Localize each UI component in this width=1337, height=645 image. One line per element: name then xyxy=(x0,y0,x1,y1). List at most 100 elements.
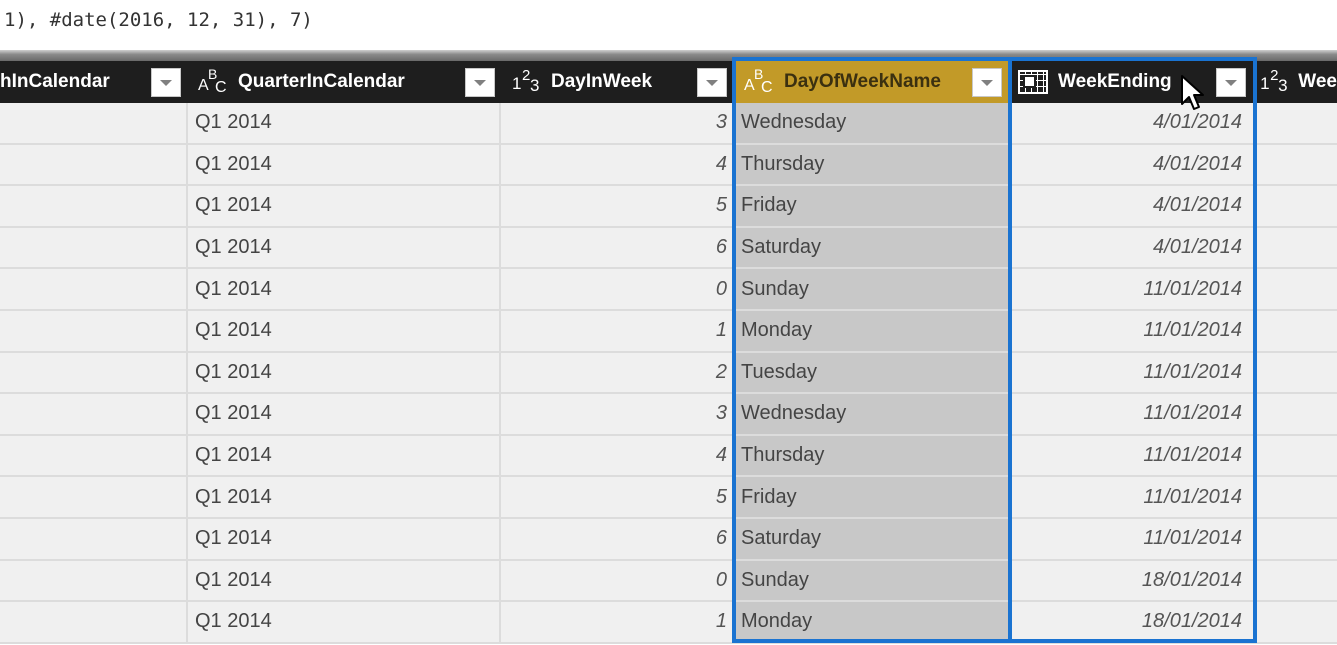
table-row[interactable]: Q1 2014 5 Friday 4/01/2014 xyxy=(0,186,1337,228)
column-header-quarterincalendar[interactable]: ABC QuarterInCalendar xyxy=(188,61,501,103)
cell-monthincalendar[interactable] xyxy=(0,435,188,476)
cell-monthincalendar[interactable] xyxy=(0,144,188,185)
cell-quarterincalendar[interactable]: Q1 2014 xyxy=(188,477,501,517)
column-filter-dropdown[interactable] xyxy=(972,68,1002,97)
cell-monthincalendar[interactable] xyxy=(0,560,188,601)
calendar-date-icon[interactable] xyxy=(1014,67,1052,97)
cell-monthincalendar[interactable] xyxy=(0,186,188,226)
cell-weekincalendar[interactable] xyxy=(1256,394,1337,434)
cell-weekending[interactable]: 4/01/2014 xyxy=(1008,103,1256,143)
column-header-weekincalendar[interactable]: 123 Wee xyxy=(1256,61,1337,103)
cell-dayofweekname[interactable]: Thursday xyxy=(734,435,1008,476)
cell-quarterincalendar[interactable]: Q1 2014 xyxy=(188,518,501,559)
column-header-weekending[interactable]: WeekEnding xyxy=(1008,61,1256,103)
cell-dayinweek[interactable]: 4 xyxy=(501,435,734,476)
cell-weekending[interactable]: 11/01/2014 xyxy=(1008,269,1256,309)
cell-weekending[interactable]: 18/01/2014 xyxy=(1008,560,1256,601)
cell-dayofweekname[interactable]: Saturday xyxy=(734,518,1008,559)
cell-quarterincalendar[interactable]: Q1 2014 xyxy=(188,394,501,434)
cell-quarterincalendar[interactable]: Q1 2014 xyxy=(188,435,501,476)
cell-weekending[interactable]: 11/01/2014 xyxy=(1008,310,1256,351)
table-row[interactable]: Q1 2014 0 Sunday 11/01/2014 xyxy=(0,269,1337,311)
cell-quarterincalendar[interactable]: Q1 2014 xyxy=(188,103,501,143)
table-row[interactable]: Q1 2014 3 Wednesday 4/01/2014 xyxy=(0,103,1337,145)
cell-dayinweek[interactable]: 0 xyxy=(501,560,734,601)
cell-dayofweekname[interactable]: Friday xyxy=(734,186,1008,226)
cell-quarterincalendar[interactable]: Q1 2014 xyxy=(188,352,501,393)
cell-quarterincalendar[interactable]: Q1 2014 xyxy=(188,186,501,226)
cell-monthincalendar[interactable] xyxy=(0,518,188,559)
cell-weekending[interactable]: 18/01/2014 xyxy=(1008,602,1256,642)
cell-dayofweekname[interactable]: Thursday xyxy=(734,144,1008,185)
cell-weekincalendar[interactable] xyxy=(1256,353,1337,393)
cell-weekending[interactable]: 4/01/2014 xyxy=(1008,227,1256,268)
cell-quarterincalendar[interactable]: Q1 2014 xyxy=(188,560,501,601)
cell-weekincalendar[interactable] xyxy=(1256,561,1337,601)
cell-dayinweek[interactable]: 6 xyxy=(501,518,734,559)
cell-dayinweek[interactable]: 1 xyxy=(501,602,734,642)
cell-dayofweekname[interactable]: Monday xyxy=(734,310,1008,351)
cell-weekincalendar[interactable] xyxy=(1256,436,1337,476)
cell-weekincalendar[interactable] xyxy=(1256,602,1337,642)
column-filter-dropdown[interactable] xyxy=(151,68,181,97)
formula-bar[interactable]: 1), #date(2016, 12, 31), 7) xyxy=(0,0,1337,50)
cell-weekincalendar[interactable] xyxy=(1256,228,1337,268)
table-row[interactable]: Q1 2014 4 Thursday 4/01/2014 xyxy=(0,144,1337,187)
cell-monthincalendar[interactable] xyxy=(0,310,188,351)
table-row[interactable]: Q1 2014 1 Monday 11/01/2014 xyxy=(0,310,1337,353)
cell-monthincalendar[interactable] xyxy=(0,269,188,309)
cell-dayofweekname[interactable]: Monday xyxy=(734,602,1008,642)
table-row[interactable]: Q1 2014 5 Friday 11/01/2014 xyxy=(0,477,1337,519)
column-header-monthincalendar[interactable]: hInCalendar xyxy=(0,61,188,103)
cell-weekincalendar[interactable] xyxy=(1256,477,1337,517)
column-filter-dropdown[interactable] xyxy=(465,68,495,97)
table-row[interactable]: Q1 2014 6 Saturday 11/01/2014 xyxy=(0,518,1337,561)
cell-dayofweekname[interactable]: Wednesday xyxy=(734,103,1008,143)
cell-dayinweek[interactable]: 3 xyxy=(501,103,734,143)
table-row[interactable]: Q1 2014 6 Saturday 4/01/2014 xyxy=(0,227,1337,270)
abc-text-icon[interactable]: ABC xyxy=(194,66,232,97)
cell-dayofweekname[interactable]: Tuesday xyxy=(734,352,1008,393)
cell-monthincalendar[interactable] xyxy=(0,394,188,434)
cell-dayofweekname[interactable]: Friday xyxy=(734,477,1008,517)
cell-weekincalendar[interactable] xyxy=(1256,311,1337,351)
cell-dayinweek[interactable]: 0 xyxy=(501,269,734,309)
cell-dayinweek[interactable]: 2 xyxy=(501,352,734,393)
cell-quarterincalendar[interactable]: Q1 2014 xyxy=(188,310,501,351)
column-filter-dropdown[interactable] xyxy=(1216,68,1246,97)
cell-weekending[interactable]: 11/01/2014 xyxy=(1008,518,1256,559)
cell-dayofweekname[interactable]: Saturday xyxy=(734,227,1008,268)
cell-dayinweek[interactable]: 5 xyxy=(501,186,734,226)
cell-monthincalendar[interactable] xyxy=(0,477,188,517)
cell-weekending[interactable]: 11/01/2014 xyxy=(1008,477,1256,517)
123-number-icon[interactable]: 123 xyxy=(1256,67,1292,97)
cell-dayinweek[interactable]: 3 xyxy=(501,394,734,434)
cell-monthincalendar[interactable] xyxy=(0,103,188,143)
cell-quarterincalendar[interactable]: Q1 2014 xyxy=(188,602,501,642)
cell-weekending[interactable]: 11/01/2014 xyxy=(1008,435,1256,476)
cell-monthincalendar[interactable] xyxy=(0,602,188,642)
cell-dayinweek[interactable]: 1 xyxy=(501,310,734,351)
cell-dayinweek[interactable]: 5 xyxy=(501,477,734,517)
formula-text[interactable]: 1), #date(2016, 12, 31), 7) xyxy=(4,9,313,31)
cell-weekincalendar[interactable] xyxy=(1256,103,1337,143)
cell-quarterincalendar[interactable]: Q1 2014 xyxy=(188,227,501,268)
cell-dayinweek[interactable]: 6 xyxy=(501,227,734,268)
cell-weekincalendar[interactable] xyxy=(1256,186,1337,226)
cell-dayofweekname[interactable]: Wednesday xyxy=(734,394,1008,434)
abc-text-icon[interactable]: ABC xyxy=(740,66,778,97)
cell-dayofweekname[interactable]: Sunday xyxy=(734,560,1008,601)
column-filter-dropdown[interactable] xyxy=(697,68,727,97)
column-header-dayinweek[interactable]: 123 DayInWeek xyxy=(501,61,734,103)
table-row[interactable]: Q1 2014 4 Thursday 11/01/2014 xyxy=(0,435,1337,478)
table-row[interactable]: Q1 2014 0 Sunday 18/01/2014 xyxy=(0,560,1337,603)
123-number-icon[interactable]: 123 xyxy=(507,67,545,97)
cell-dayofweekname[interactable]: Sunday xyxy=(734,269,1008,309)
cell-weekending[interactable]: 4/01/2014 xyxy=(1008,186,1256,226)
cell-weekincalendar[interactable] xyxy=(1256,519,1337,559)
cell-quarterincalendar[interactable]: Q1 2014 xyxy=(188,269,501,309)
cell-quarterincalendar[interactable]: Q1 2014 xyxy=(188,144,501,185)
cell-weekending[interactable]: 4/01/2014 xyxy=(1008,144,1256,185)
table-row[interactable]: Q1 2014 2 Tuesday 11/01/2014 xyxy=(0,352,1337,395)
cell-monthincalendar[interactable] xyxy=(0,352,188,393)
